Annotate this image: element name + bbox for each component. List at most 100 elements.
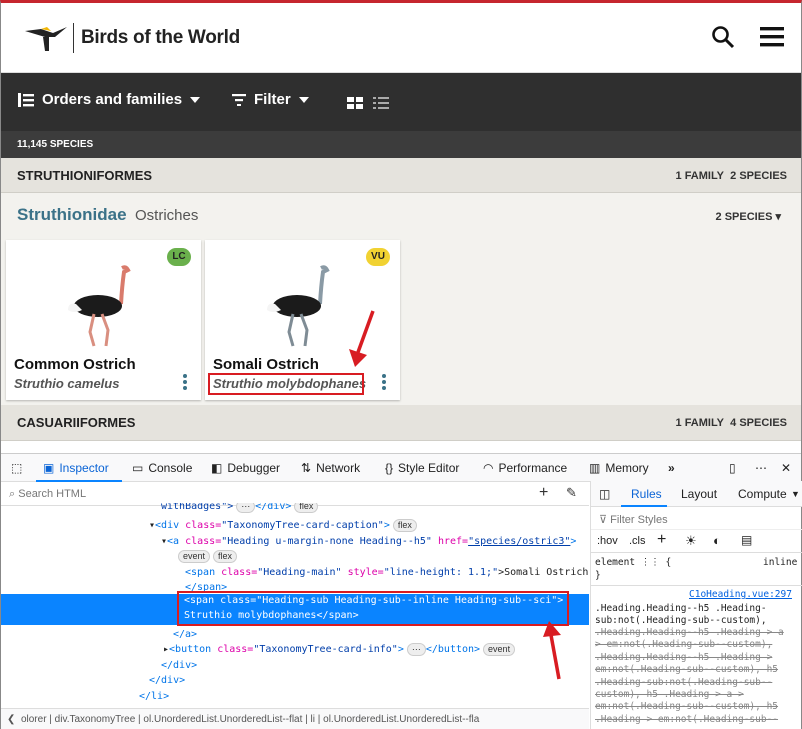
search-icon[interactable] [711,25,735,49]
code-text: > [383,520,390,531]
console-icon: ▭ [132,461,144,475]
brace: } [595,570,601,581]
code-text: class= [185,536,222,547]
logo-divider [73,23,74,53]
filter-styles-input[interactable]: Filter Styles [610,514,667,526]
tree-line[interactable]: ▸<button class="TaxonomyTree-card-info">… [163,642,516,658]
species-toggle-label: 2 SPECIES [715,211,773,223]
order-row-struthioniformes[interactable]: STRUTHIONIFORMES 1 FAMILY 2 SPECIES [1,158,801,193]
family-count: 1 FAMILY [675,417,725,429]
rule-selector-line: custom), h5 .Heading > a > [595,689,744,700]
filter-button[interactable]: Filter [232,91,309,108]
grid-view-icon[interactable] [347,97,363,109]
eyedropper-icon[interactable]: ✎ [566,485,577,501]
tab-memory[interactable]: ▥ Memory [589,461,649,475]
flex-pill[interactable]: flex [213,550,238,563]
tab-label: Performance [498,461,568,475]
sidebar-toggle-icon[interactable]: ◫ [599,487,610,501]
ellipsis-pill[interactable]: ⋯ [406,643,426,656]
code-link[interactable]: "species/ostric3" [468,536,570,547]
tab-network[interactable]: ⇅ Network [301,461,360,475]
tab-rules[interactable]: Rules [631,487,662,501]
dark-mode-icon[interactable]: ◐ [713,533,721,548]
rule-selector-line: em:not(.Heading-sub--custom), h5 [595,664,779,675]
tree-line[interactable]: <span class="Heading-main" style="line-h… [185,565,588,581]
tab-label: Inspector [59,461,109,475]
event-pill[interactable]: event [483,643,516,656]
tree-line[interactable]: </a> [173,627,197,643]
code-text: <div [155,520,186,531]
braces-icon: {} [385,461,394,475]
species-card[interactable]: LC Common Ostrich Struthio camelus [6,240,201,400]
code-text: href= [431,536,469,547]
element-rule[interactable]: element ⋮⋮ { [595,557,671,569]
responsive-mode-icon[interactable]: ▯ [729,461,736,475]
filter-label: Filter [254,91,291,108]
orders-families-button[interactable]: Orders and families [18,91,201,108]
code-text: <a [167,536,186,547]
active-tab-indicator [621,505,667,507]
close-icon[interactable]: ✕ [781,461,791,475]
ellipsis-pill[interactable]: ⋯ [236,503,256,513]
species-common-name: Common Ostrich [14,356,136,373]
taxonomy-toolbar: Orders and families Filter [1,73,801,131]
event-pill[interactable]: event [178,550,211,563]
tree-line[interactable]: </div> [161,658,197,674]
filter-styles[interactable]: ⊽ Filter Styles [599,513,668,526]
tab-inspector[interactable]: ▣ Inspector [43,461,109,475]
sidebar-tabs: ◫ Rules Layout Compute ▼ [591,481,802,507]
tab-performance[interactable]: ◠ Performance [483,461,567,475]
tab-console[interactable]: ▭ Console [132,461,192,475]
code-text: </div> [255,503,292,512]
rule-selector-line: .Heading > em:not(.Heading-sub-- [595,714,779,725]
tree-line[interactable]: </li> [139,689,169,703]
more-options-icon[interactable] [382,374,386,392]
tab-label: Debugger [227,461,281,475]
status-badge: VU [366,248,390,266]
order-meta: 1 FAMILY 2 SPECIES [676,170,787,182]
tab-label: Style Editor [398,461,460,475]
tab-debugger[interactable]: ◧ Debugger [211,461,280,475]
breadcrumb[interactable]: ❮ olorer | div.TaxonomyTree | ol.Unorder… [1,708,589,729]
rule-selector-line: em:not(.Heading-sub--custom), h5 [595,701,779,712]
code-text: "TaxonomyTree-card-caption" [221,520,384,531]
order-name: STRUTHIONIFORMES [17,168,153,183]
hamburger-menu-icon[interactable] [760,27,784,47]
tab-computed[interactable]: Compute [738,487,787,501]
tree-line[interactable]: ▾<a class="Heading u-margin-none Heading… [161,534,576,550]
species-cards: LC Common Ostrich Struthio camelus VU So… [1,237,801,405]
chevron-down-icon[interactable]: ▼ [791,489,800,499]
cls-toggle[interactable]: .cls [629,535,646,547]
order-row-casuariiformes[interactable]: CASUARIIFORMES 1 FAMILY 4 SPECIES [1,405,801,441]
tab-style-editor[interactable]: {} Style Editor [385,461,459,475]
source-link[interactable]: C1oHeading.vue:297 [689,589,792,601]
add-node-icon[interactable]: + [539,484,548,502]
chevron-left-icon[interactable]: ❮ [7,714,15,725]
list-view-icon[interactable] [373,97,389,109]
code-text: class= [221,567,258,578]
bird-logo-icon[interactable] [23,25,69,53]
species-toggle[interactable]: 2 SPECIES ▾ [716,210,781,223]
tree-line[interactable]: withBadges"> ⋯ </div> flex [161,503,319,515]
pick-element-icon[interactable]: ⬚ [11,461,22,475]
tab-label: Console [148,461,193,475]
print-media-icon[interactable]: ▤ [741,533,752,547]
family-scientific-name[interactable]: Struthionidae [17,205,127,225]
tab-label: Memory [605,461,649,475]
flex-pill[interactable]: flex [392,519,417,532]
site-title[interactable]: Birds of the World [81,27,240,49]
more-menu-icon[interactable]: ⋯ [755,461,767,475]
network-icon: ⇅ [301,461,312,475]
flex-pill[interactable]: flex [294,503,319,513]
rules-toolbar: :hov .cls + ☀ ◐ ▤ [591,529,802,553]
search-html-input[interactable]: Search HTML [18,488,86,500]
overflow-tabs-icon[interactable]: » [668,461,675,475]
tree-line[interactable]: ▾<div class="TaxonomyTree-card-caption">… [149,518,417,534]
light-mode-icon[interactable]: ☀ [685,533,697,549]
add-rule-icon[interactable]: + [657,531,666,549]
hov-toggle[interactable]: :hov [597,535,618,547]
order-name: CASUARIIFORMES [17,415,136,430]
more-options-icon[interactable] [183,374,187,392]
tab-layout[interactable]: Layout [681,487,717,501]
tree-line[interactable]: </div> [149,673,185,689]
